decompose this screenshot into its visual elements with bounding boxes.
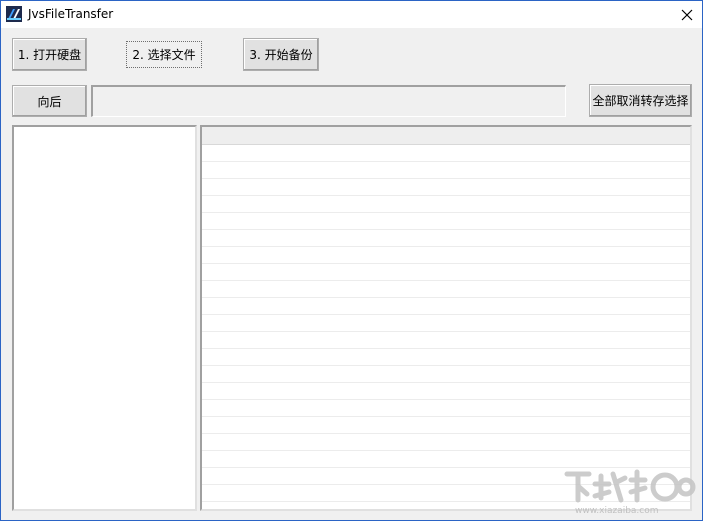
select-files-step[interactable]: 2. 选择文件 [126,41,202,68]
folder-tree-panel[interactable] [12,125,197,511]
open-disk-button[interactable]: 1. 打开硬盘 [12,38,87,71]
title-bar[interactable]: JvsFileTransfer [1,1,702,28]
app-icon [6,6,22,22]
list-row[interactable] [202,332,690,349]
close-button[interactable] [672,1,702,28]
deselect-all-button[interactable]: 全部取消转存选择 [589,84,692,117]
list-row[interactable] [202,264,690,281]
list-row[interactable] [202,298,690,315]
path-field[interactable] [91,85,566,117]
list-row[interactable] [202,162,690,179]
start-backup-button[interactable]: 3. 开始备份 [243,38,319,71]
list-row[interactable] [202,434,690,451]
list-row[interactable] [202,349,690,366]
list-row[interactable] [202,417,690,434]
list-row[interactable] [202,213,690,230]
back-button[interactable]: 向后 [12,85,87,117]
window-title: JvsFileTransfer [28,7,114,21]
list-row[interactable] [202,179,690,196]
watermark-site: www.xiazaiba.com [575,506,659,516]
list-row[interactable] [202,383,690,400]
list-row[interactable] [202,400,690,417]
list-row[interactable] [202,366,690,383]
file-list-rows [202,145,690,502]
list-row[interactable] [202,315,690,332]
file-list-header[interactable] [202,127,690,145]
list-row[interactable] [202,196,690,213]
list-row[interactable] [202,247,690,264]
list-row[interactable] [202,281,690,298]
app-window: JvsFileTransfer 1. 打开硬盘 2. 选择文件 3. 开始备份 … [0,0,703,521]
close-icon [681,9,693,20]
watermark-logo: www.xiazaiba.com [564,469,696,516]
list-row[interactable] [202,230,690,247]
list-row[interactable] [202,145,690,162]
file-list-panel[interactable] [200,125,692,511]
